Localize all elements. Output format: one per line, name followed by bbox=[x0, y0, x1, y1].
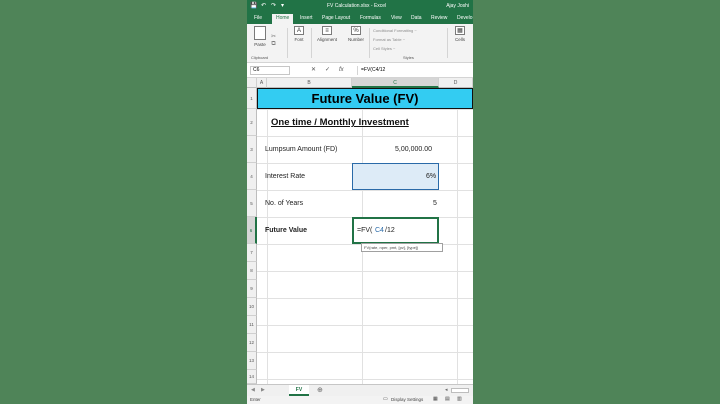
page-layout-view-icon[interactable]: ▤ bbox=[445, 396, 450, 402]
tab-review[interactable]: Review bbox=[431, 15, 447, 22]
customize-toolbar-icon[interactable]: ▾ bbox=[281, 2, 284, 10]
font-label: Font bbox=[294, 37, 304, 42]
row-header[interactable]: 14 bbox=[247, 370, 257, 384]
lumpsum-label-cell[interactable]: Lumpsum Amount (FD) bbox=[265, 146, 337, 153]
copy-icon[interactable]: ⧉ bbox=[271, 41, 276, 48]
row-header[interactable]: 8 bbox=[247, 262, 257, 280]
tab-file[interactable]: File bbox=[254, 15, 262, 22]
alignment-icon: ≡ bbox=[322, 26, 332, 35]
ribbon-divider bbox=[369, 28, 370, 58]
title-bar: 💾 ↶ ↷ ▾ FV Calculation.xlsx - Excel Ajay… bbox=[247, 0, 473, 13]
name-box[interactable]: C6 bbox=[250, 66, 290, 75]
formula-bar: C6 ✕ ✓ fx =FV(C4/12 bbox=[247, 63, 473, 78]
ribbon: Paste ✂ ⧉ Clipboard A Font ≡ Alignment %… bbox=[247, 24, 473, 63]
row-header[interactable]: 10 bbox=[247, 298, 257, 316]
column-header-d[interactable]: D bbox=[439, 78, 473, 88]
sheet-tab-bar: ◀ ▶ FV ⊕ ◂ bbox=[247, 384, 473, 396]
row-header[interactable]: 6 bbox=[247, 217, 257, 244]
column-header-c[interactable]: C bbox=[352, 78, 439, 88]
tab-home[interactable]: Home bbox=[272, 14, 294, 24]
scroll-sheets-left-icon[interactable]: ◀ bbox=[251, 387, 255, 393]
active-cell-c6[interactable]: =FV( C4 /12 bbox=[352, 217, 439, 244]
page-break-view-icon[interactable]: ▥ bbox=[457, 396, 462, 402]
excel-window: 💾 ↶ ↷ ▾ FV Calculation.xlsx - Excel Ajay… bbox=[247, 0, 473, 404]
formula-suffix: /12 bbox=[385, 227, 395, 234]
tab-developer[interactable]: Develo bbox=[457, 15, 473, 22]
column-header-a[interactable]: A bbox=[257, 78, 267, 88]
cut-icon[interactable]: ✂ bbox=[271, 34, 276, 41]
cells-icon: ▦ bbox=[455, 26, 465, 35]
alignment-button[interactable]: ≡ Alignment bbox=[313, 26, 341, 42]
font-button[interactable]: A Font bbox=[291, 26, 307, 42]
column-header-b[interactable]: B bbox=[267, 78, 352, 88]
paste-button[interactable]: Paste bbox=[251, 26, 269, 47]
percent-icon: % bbox=[351, 26, 361, 35]
formula-prefix: =FV( bbox=[357, 227, 373, 234]
ribbon-tabs: File Home Insert Page Layout Formulas Vi… bbox=[247, 13, 473, 24]
title-banner[interactable]: Future Value (FV) bbox=[257, 88, 473, 109]
ribbon-divider bbox=[311, 28, 312, 58]
horizontal-scrollbar[interactable] bbox=[451, 388, 469, 393]
ribbon-divider bbox=[287, 28, 288, 58]
lumpsum-value-cell[interactable]: 5,00,000.00 bbox=[395, 146, 432, 153]
tab-formulas[interactable]: Formulas bbox=[360, 15, 381, 22]
sheet-tab-fv[interactable]: FV bbox=[289, 385, 309, 396]
function-tooltip[interactable]: FV(rate, nper, pmt, [pv], [type]) bbox=[361, 243, 443, 252]
insert-function-icon[interactable]: fx bbox=[339, 66, 344, 74]
interest-rate-value-cell[interactable]: 6% bbox=[426, 173, 436, 180]
row-header[interactable]: 12 bbox=[247, 334, 257, 352]
row-header[interactable]: 7 bbox=[247, 244, 257, 262]
clipboard-group-label: Clipboard bbox=[251, 55, 269, 60]
paste-label: Paste bbox=[254, 42, 266, 47]
number-label: Number bbox=[347, 37, 364, 42]
cell-styles-button[interactable]: Cell Styles ~ bbox=[373, 46, 395, 51]
row-header[interactable]: 5 bbox=[247, 190, 257, 217]
cells-label: Cells bbox=[454, 37, 465, 42]
years-value-cell[interactable]: 5 bbox=[433, 200, 437, 207]
years-label-cell[interactable]: No. of Years bbox=[265, 200, 303, 207]
tab-insert[interactable]: Insert bbox=[300, 15, 313, 22]
tab-view[interactable]: View bbox=[391, 15, 402, 22]
number-button[interactable]: % Number bbox=[345, 26, 367, 42]
select-all-corner[interactable] bbox=[247, 78, 257, 88]
row-header[interactable]: 3 bbox=[247, 136, 257, 163]
row-header[interactable]: 1 bbox=[247, 88, 257, 109]
horizontal-scrollbar-left-icon[interactable]: ◂ bbox=[445, 387, 448, 393]
clipboard-icon bbox=[254, 26, 266, 40]
row-header[interactable]: 11 bbox=[247, 316, 257, 334]
cut-copy-icons[interactable]: ✂ ⧉ bbox=[271, 34, 276, 48]
ribbon-divider bbox=[447, 28, 448, 58]
new-sheet-icon[interactable]: ⊕ bbox=[317, 386, 323, 394]
row-header[interactable]: 13 bbox=[247, 352, 257, 370]
user-name[interactable]: Ajay Joshi bbox=[446, 3, 469, 9]
scroll-sheets-right-icon[interactable]: ▶ bbox=[261, 387, 265, 393]
cells-button[interactable]: ▦ Cells bbox=[451, 26, 469, 42]
status-bar: Enter ▭ Display Settings ▦ ▤ ▥ bbox=[247, 396, 473, 404]
row-header[interactable]: 2 bbox=[247, 109, 257, 136]
cancel-icon[interactable]: ✕ bbox=[311, 66, 316, 74]
font-icon: A bbox=[294, 26, 304, 35]
styles-group-label: Styles bbox=[403, 55, 414, 60]
undo-icon[interactable]: ↶ bbox=[261, 2, 266, 10]
format-as-table-button[interactable]: Format as Table ~ bbox=[373, 37, 405, 42]
sheet-subheading[interactable]: One time / Monthly Investment bbox=[271, 117, 409, 128]
normal-view-icon[interactable]: ▦ bbox=[433, 396, 438, 402]
alignment-label: Alignment bbox=[316, 37, 337, 42]
interest-rate-label-cell[interactable]: Interest Rate bbox=[265, 173, 305, 180]
future-value-label-cell[interactable]: Future Value bbox=[265, 227, 307, 234]
row-header[interactable]: 4 bbox=[247, 163, 257, 190]
window-title: FV Calculation.xlsx - Excel bbox=[327, 3, 387, 9]
formula-reference: C4 bbox=[375, 227, 384, 234]
save-icon[interactable]: 💾 bbox=[250, 2, 257, 10]
redo-icon[interactable]: ↷ bbox=[271, 2, 276, 10]
tab-data[interactable]: Data bbox=[411, 15, 422, 22]
row-header[interactable]: 9 bbox=[247, 280, 257, 298]
formula-input[interactable]: =FV(C4/12 bbox=[357, 66, 469, 75]
display-settings-icon[interactable]: ▭ bbox=[383, 396, 388, 402]
display-settings-button[interactable]: Display Settings bbox=[391, 397, 423, 402]
conditional-formatting-button[interactable]: Conditional Formatting ~ bbox=[373, 28, 417, 33]
cell-mode-status: Enter bbox=[250, 397, 261, 402]
enter-icon[interactable]: ✓ bbox=[325, 66, 330, 74]
tab-page-layout[interactable]: Page Layout bbox=[322, 15, 350, 22]
